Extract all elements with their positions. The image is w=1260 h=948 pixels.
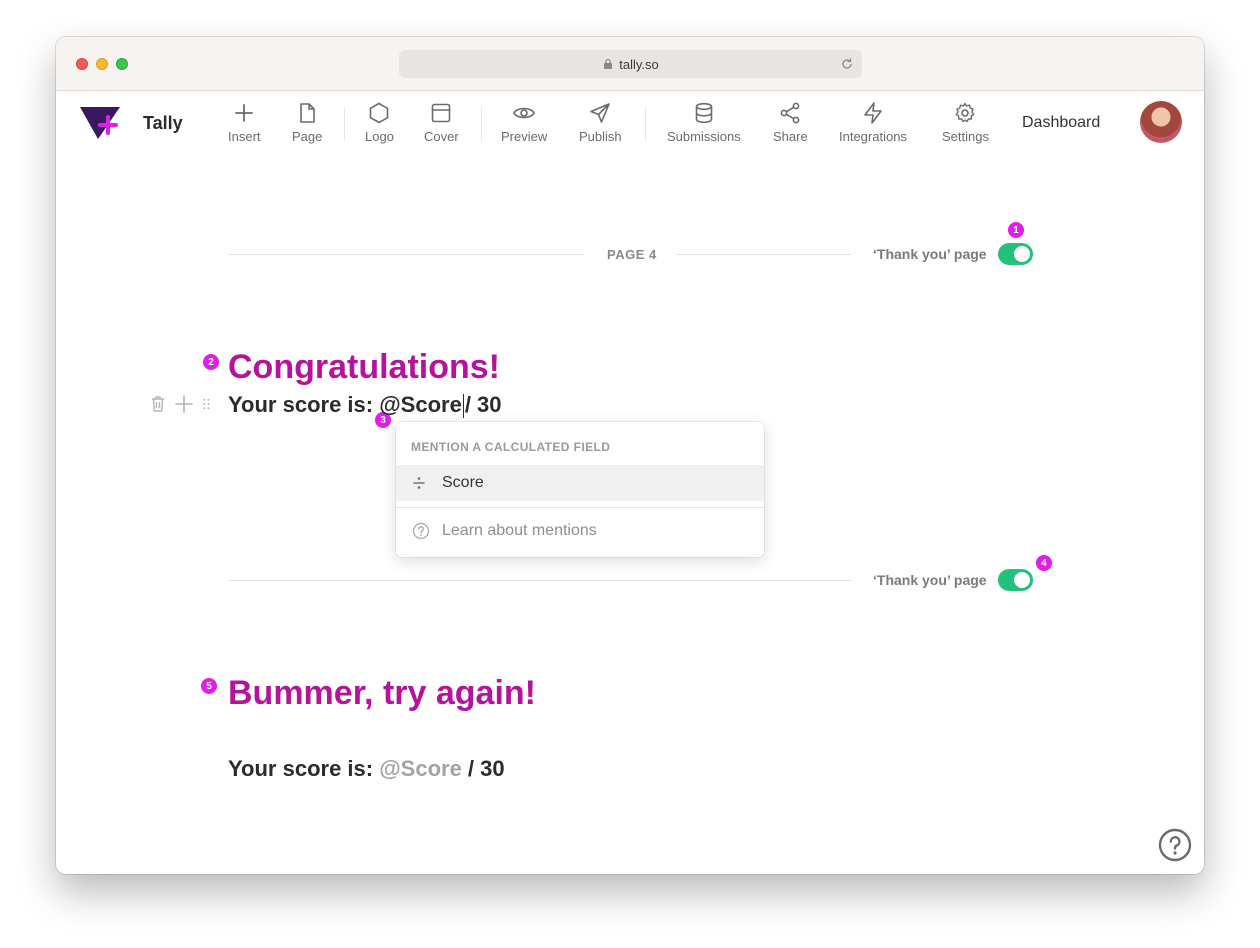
browser-window: tally.so Tally Insert Page Logo Cover Pr… bbox=[56, 37, 1204, 874]
text-caret bbox=[462, 394, 464, 419]
page-divider-line bbox=[228, 580, 851, 581]
submissions-label: Submissions bbox=[667, 129, 741, 144]
mention-option-label: Score bbox=[442, 474, 484, 491]
share-label: Share bbox=[773, 129, 808, 144]
settings-label: Settings bbox=[942, 129, 989, 144]
avatar[interactable] bbox=[1140, 101, 1182, 143]
eye-icon bbox=[513, 107, 536, 119]
thank-you-page-toggle[interactable] bbox=[998, 243, 1033, 265]
preview-label: Preview bbox=[501, 129, 548, 144]
step-badge-2: 2 bbox=[203, 354, 219, 370]
dropdown-divider bbox=[396, 507, 764, 508]
plus-icon[interactable] bbox=[174, 394, 194, 414]
score-prefix: Your score is: bbox=[228, 756, 380, 781]
divide-icon bbox=[413, 477, 425, 489]
dashboard-link[interactable]: Dashboard bbox=[1022, 114, 1100, 132]
mention-option-score[interactable]: Score bbox=[396, 465, 764, 501]
url-text: tally.so bbox=[619, 56, 659, 72]
page-number-label: PAGE 4 bbox=[607, 247, 657, 262]
block-tools bbox=[148, 394, 220, 414]
share-button[interactable]: Share bbox=[773, 101, 808, 151]
insert-label: Insert bbox=[228, 129, 261, 144]
congratulations-heading[interactable]: Congratulations! bbox=[228, 348, 500, 387]
score-suffix: / 30 bbox=[464, 392, 502, 417]
thank-you-page-label: ‘Thank you’ page bbox=[873, 572, 987, 588]
close-window-button[interactable] bbox=[76, 58, 88, 70]
minimize-window-button[interactable] bbox=[96, 58, 108, 70]
settings-button[interactable]: Settings bbox=[942, 101, 989, 151]
gear-icon bbox=[955, 102, 975, 123]
step-badge-1: 1 bbox=[1008, 222, 1024, 238]
page-icon bbox=[300, 103, 315, 123]
app-toolbar: Tally Insert Page Logo Cover Preview Pub… bbox=[56, 91, 1204, 170]
learn-about-mentions-label: Learn about mentions bbox=[442, 522, 597, 539]
score-prefix: Your score is: bbox=[228, 392, 380, 417]
score-suffix: / 30 bbox=[461, 756, 505, 781]
toolbar-divider bbox=[344, 107, 345, 141]
thank-you-page-label: ‘Thank you’ page bbox=[873, 246, 987, 262]
page-label: Page bbox=[292, 129, 323, 144]
cover-label: Cover bbox=[424, 129, 459, 144]
lightning-icon bbox=[864, 102, 882, 124]
cover-icon bbox=[432, 103, 451, 123]
toolbar-divider bbox=[645, 107, 646, 141]
submissions-button[interactable]: Submissions bbox=[667, 101, 741, 151]
brand-name: Tally bbox=[143, 113, 183, 133]
score-text-block[interactable]: Your score is: @Score / 30 bbox=[228, 756, 505, 782]
send-icon bbox=[590, 103, 611, 123]
lock-icon bbox=[604, 58, 613, 69]
bummer-heading[interactable]: Bummer, try again! bbox=[228, 674, 536, 713]
hexagon-icon bbox=[370, 102, 389, 124]
integrations-label: Integrations bbox=[839, 129, 907, 144]
database-icon bbox=[695, 102, 713, 124]
question-circle-icon bbox=[412, 522, 430, 540]
address-bar[interactable]: tally.so bbox=[399, 50, 862, 78]
publish-button[interactable]: Publish bbox=[579, 101, 622, 151]
integrations-button[interactable]: Integrations bbox=[839, 101, 907, 151]
score-text-block[interactable]: Your score is: @Score/ 30 bbox=[228, 392, 502, 419]
share-icon bbox=[780, 102, 800, 124]
tally-logo[interactable] bbox=[78, 103, 122, 143]
score-mention[interactable]: @Score bbox=[379, 756, 462, 781]
preview-button[interactable]: Preview bbox=[501, 101, 547, 151]
logo-button[interactable]: Logo bbox=[365, 101, 394, 151]
maximize-window-button[interactable] bbox=[116, 58, 128, 70]
toolbar-divider bbox=[481, 107, 482, 141]
form-editor: PAGE 4 ‘Thank you’ page 1 2 Congratulati… bbox=[56, 159, 1204, 874]
page-divider-line bbox=[228, 254, 584, 255]
dropdown-header: MENTION A CALCULATED FIELD bbox=[411, 440, 611, 454]
thank-you-page-toggle[interactable] bbox=[998, 569, 1033, 591]
score-mention[interactable]: @Score bbox=[379, 392, 462, 417]
insert-button[interactable]: Insert bbox=[228, 101, 261, 151]
logo-label: Logo bbox=[365, 129, 394, 144]
trash-icon[interactable] bbox=[148, 394, 168, 414]
mention-dropdown: MENTION A CALCULATED FIELD Score Learn a… bbox=[396, 422, 764, 557]
step-badge-4: 4 bbox=[1036, 555, 1052, 571]
page-button[interactable]: Page bbox=[292, 101, 322, 151]
drag-handle-icon[interactable] bbox=[200, 394, 214, 414]
plus-icon bbox=[235, 104, 254, 122]
cover-button[interactable]: Cover bbox=[424, 101, 459, 151]
browser-titlebar: tally.so bbox=[56, 37, 1204, 91]
help-icon[interactable] bbox=[1158, 828, 1192, 862]
publish-label: Publish bbox=[579, 129, 622, 144]
page-divider-line bbox=[676, 254, 851, 255]
step-badge-5: 5 bbox=[201, 678, 217, 694]
learn-about-mentions-link[interactable]: Learn about mentions bbox=[412, 522, 597, 540]
reload-icon[interactable] bbox=[840, 57, 854, 71]
